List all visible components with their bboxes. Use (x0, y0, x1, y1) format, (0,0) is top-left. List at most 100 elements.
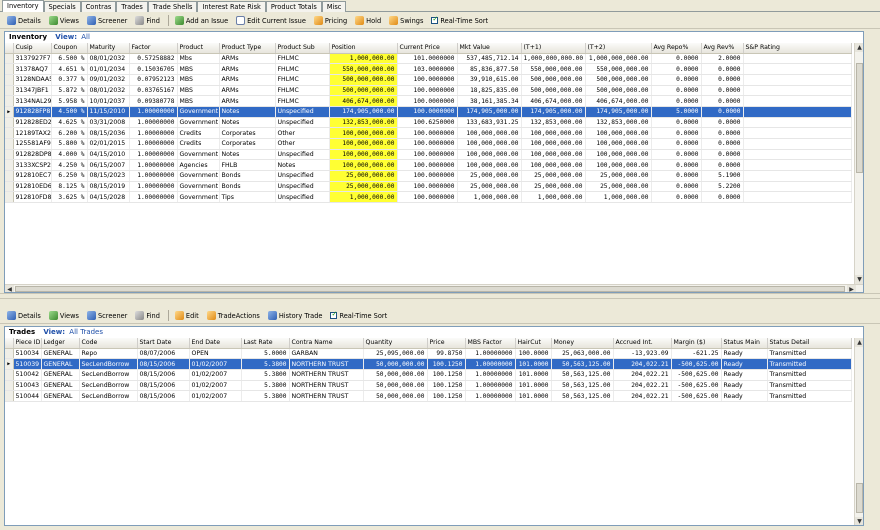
cell-status-main[interactable]: Ready (721, 348, 768, 360)
cell--t-2-[interactable]: 25,000,000.00 (585, 170, 652, 182)
row-indicator[interactable] (5, 85, 14, 97)
cell-position[interactable]: 1,000,000.00 (329, 191, 398, 204)
inventory-row[interactable]: 3137927F7 6.500 % 08/01/2032 0.57258882 Mbs A… (5, 53, 852, 65)
cell-quantity[interactable]: 50,000,000.00 (363, 390, 428, 402)
cell-product-type[interactable]: Notes (219, 149, 276, 161)
cell-maturity[interactable]: 08/15/2036 (87, 127, 130, 139)
cell-position[interactable]: 550,000,000.00 (329, 63, 398, 75)
cell-position[interactable]: 100,000,000.00 (329, 138, 398, 150)
add-issue-button[interactable]: Add an Issue (172, 14, 231, 27)
cell-avg-rev-[interactable]: 0.0000 (701, 159, 744, 172)
cell-maturity[interactable]: 08/15/2019 (87, 181, 130, 193)
column-header-ledger[interactable]: Ledger (41, 338, 80, 349)
cell-avg-repo-[interactable]: 0.0000 (651, 74, 702, 86)
history-trade-button[interactable]: History Trade (265, 309, 326, 322)
row-indicator[interactable] (5, 53, 14, 65)
cell-s-p-rating[interactable] (743, 159, 852, 172)
cell-cusip[interactable]: 3133XCSP2 (13, 159, 52, 172)
row-indicator[interactable] (5, 170, 14, 182)
cell--t-2-[interactable]: 1,000,000.00 (585, 191, 652, 204)
cell-coupon[interactable]: 3.625 % (51, 191, 88, 204)
cell-position[interactable]: 406,674,000.00 (329, 95, 398, 107)
cell-piece-id[interactable]: 510034 (13, 348, 42, 360)
cell-avg-repo-[interactable]: 0.0000 (651, 95, 702, 107)
cell-maturity[interactable]: 04/15/2010 (87, 149, 130, 161)
cell-margin-[interactable]: -621.25 (671, 348, 722, 360)
cell-quantity[interactable]: 25,095,000.00 (363, 348, 428, 360)
row-indicator[interactable] (5, 390, 14, 402)
inventory-row[interactable]: 3128NDAA5 0.377 % 09/01/2032 0.07952123 MBS A… (5, 74, 852, 86)
cell-last-rate[interactable]: 5.0000 (241, 348, 290, 360)
cell-product-sub[interactable]: FHLMC (275, 53, 330, 65)
cell-mkt-value[interactable]: 537,485,712.14 (457, 53, 522, 65)
cell-price[interactable]: 100.1250 (427, 380, 466, 392)
trades-screener-button[interactable]: Screener (84, 309, 130, 322)
inventory-row[interactable]: 12189TAX2 6.200 % 08/15/2036 1.00000000 Cred… (5, 127, 852, 139)
cell-avg-rev-[interactable]: 0.0000 (701, 106, 744, 118)
cell-current-price[interactable]: 101.0000000 (397, 53, 458, 65)
views-button[interactable]: Views (46, 14, 82, 27)
scroll-down-icon[interactable]: ▼ (855, 275, 863, 284)
inventory-row[interactable]: 31378AQ7 4.651 % 01/01/2034 0.15036705 MBS AR… (5, 63, 852, 75)
cell-code[interactable]: SecLendBorrow (79, 369, 138, 381)
cell-mbs-factor[interactable]: 1.00000000 (465, 358, 516, 370)
scroll-up-icon[interactable]: ▲ (855, 43, 863, 52)
pricing-button[interactable]: Pricing (311, 14, 350, 27)
cell-last-rate[interactable]: 5.3800 (241, 369, 290, 381)
cell-coupon[interactable]: 4.000 % (51, 149, 88, 161)
column-header-cusip[interactable]: Cusip (13, 43, 52, 54)
cell-maturity[interactable]: 08/01/2032 (87, 85, 130, 97)
cell-coupon[interactable]: 5.958 % (51, 95, 88, 107)
cell-quantity[interactable]: 50,000,000.00 (363, 358, 428, 370)
cell-cusip[interactable]: 3128NDAA5 (13, 74, 52, 86)
cell-product-sub[interactable]: Other (275, 138, 330, 150)
cell-product-sub[interactable]: Other (275, 127, 330, 139)
cell-contra-name[interactable]: NORTHERN TRUST (289, 380, 364, 392)
column-header--t-2-[interactable]: (T+2) (585, 43, 652, 54)
cell-status-detail[interactable]: Transmitted (767, 380, 852, 392)
cell-status-main[interactable]: Ready (721, 380, 768, 392)
inventory-horizontal-scrollbar[interactable]: ◀ ▶ (5, 284, 863, 292)
cell-maturity[interactable]: 03/31/2008 (87, 117, 130, 129)
cell-factor[interactable]: 1.00000000 (129, 159, 178, 172)
column-header-end-date[interactable]: End Date (189, 338, 242, 349)
row-indicator[interactable] (5, 159, 14, 172)
cell-accrued-int-[interactable]: 204,022.21 (613, 358, 672, 370)
cell-mkt-value[interactable]: 38,161,385.34 (457, 95, 522, 107)
column-header-product-sub[interactable]: Product Sub (275, 43, 330, 54)
cell-mkt-value[interactable]: 133,683,931.25 (457, 117, 522, 129)
cell-current-price[interactable]: 100.6250000 (397, 117, 458, 129)
cell-avg-rev-[interactable]: 0.0000 (701, 74, 744, 86)
cell-maturity[interactable]: 08/15/2023 (87, 170, 130, 182)
column-header-avg-repo-[interactable]: Avg Repo% (651, 43, 702, 54)
trades-find-button[interactable]: Find (132, 309, 163, 322)
cell-avg-rev-[interactable]: 0.0000 (701, 138, 744, 150)
cell-mkt-value[interactable]: 174,905,000.00 (457, 106, 522, 118)
trade-row[interactable]: 510042 GENERAL SecLendBorrow 08/15/2006 01/0… (5, 369, 852, 381)
cell-mkt-value[interactable]: 100,000,000.00 (457, 138, 522, 150)
cell-product-sub[interactable]: Unspecified (275, 106, 330, 118)
cell-status-main[interactable]: Ready (721, 390, 768, 402)
cell--t-1-[interactable]: 25,000,000.00 (521, 181, 586, 193)
cell-s-p-rating[interactable] (743, 74, 852, 86)
column-header-code[interactable]: Code (79, 338, 138, 349)
cell-avg-repo-[interactable]: 5.0000 (651, 106, 702, 118)
cell-contra-name[interactable]: NORTHERN TRUST (289, 369, 364, 381)
cell-s-p-rating[interactable] (743, 149, 852, 161)
cell-mkt-value[interactable]: 25,000,000.00 (457, 181, 522, 193)
cell-mkt-value[interactable]: 100,000,000.00 (457, 127, 522, 139)
column-header-quantity[interactable]: Quantity (363, 338, 428, 349)
cell-avg-rev-[interactable]: 2.0000 (701, 53, 744, 65)
cell-factor[interactable]: 0.07952123 (129, 74, 178, 86)
column-header--t-1-[interactable]: (T+1) (521, 43, 586, 54)
current-row-arrow-icon[interactable]: ▶ (5, 358, 14, 370)
current-row-arrow-icon[interactable]: ▶ (5, 106, 14, 118)
cell-coupon[interactable]: 4.500 % (51, 106, 88, 118)
column-header-coupon[interactable]: Coupon (51, 43, 88, 54)
cell-price[interactable]: 100.1250 (427, 390, 466, 402)
cell--t-1-[interactable]: 100,000,000.00 (521, 127, 586, 139)
cell-product[interactable]: MBS (177, 74, 220, 86)
trades-edit-button[interactable]: Edit (172, 309, 202, 322)
trade-row[interactable]: 510043 GENERAL SecLendBorrow 08/15/2006 01/0… (5, 380, 852, 392)
cell-last-rate[interactable]: 5.3800 (241, 358, 290, 370)
